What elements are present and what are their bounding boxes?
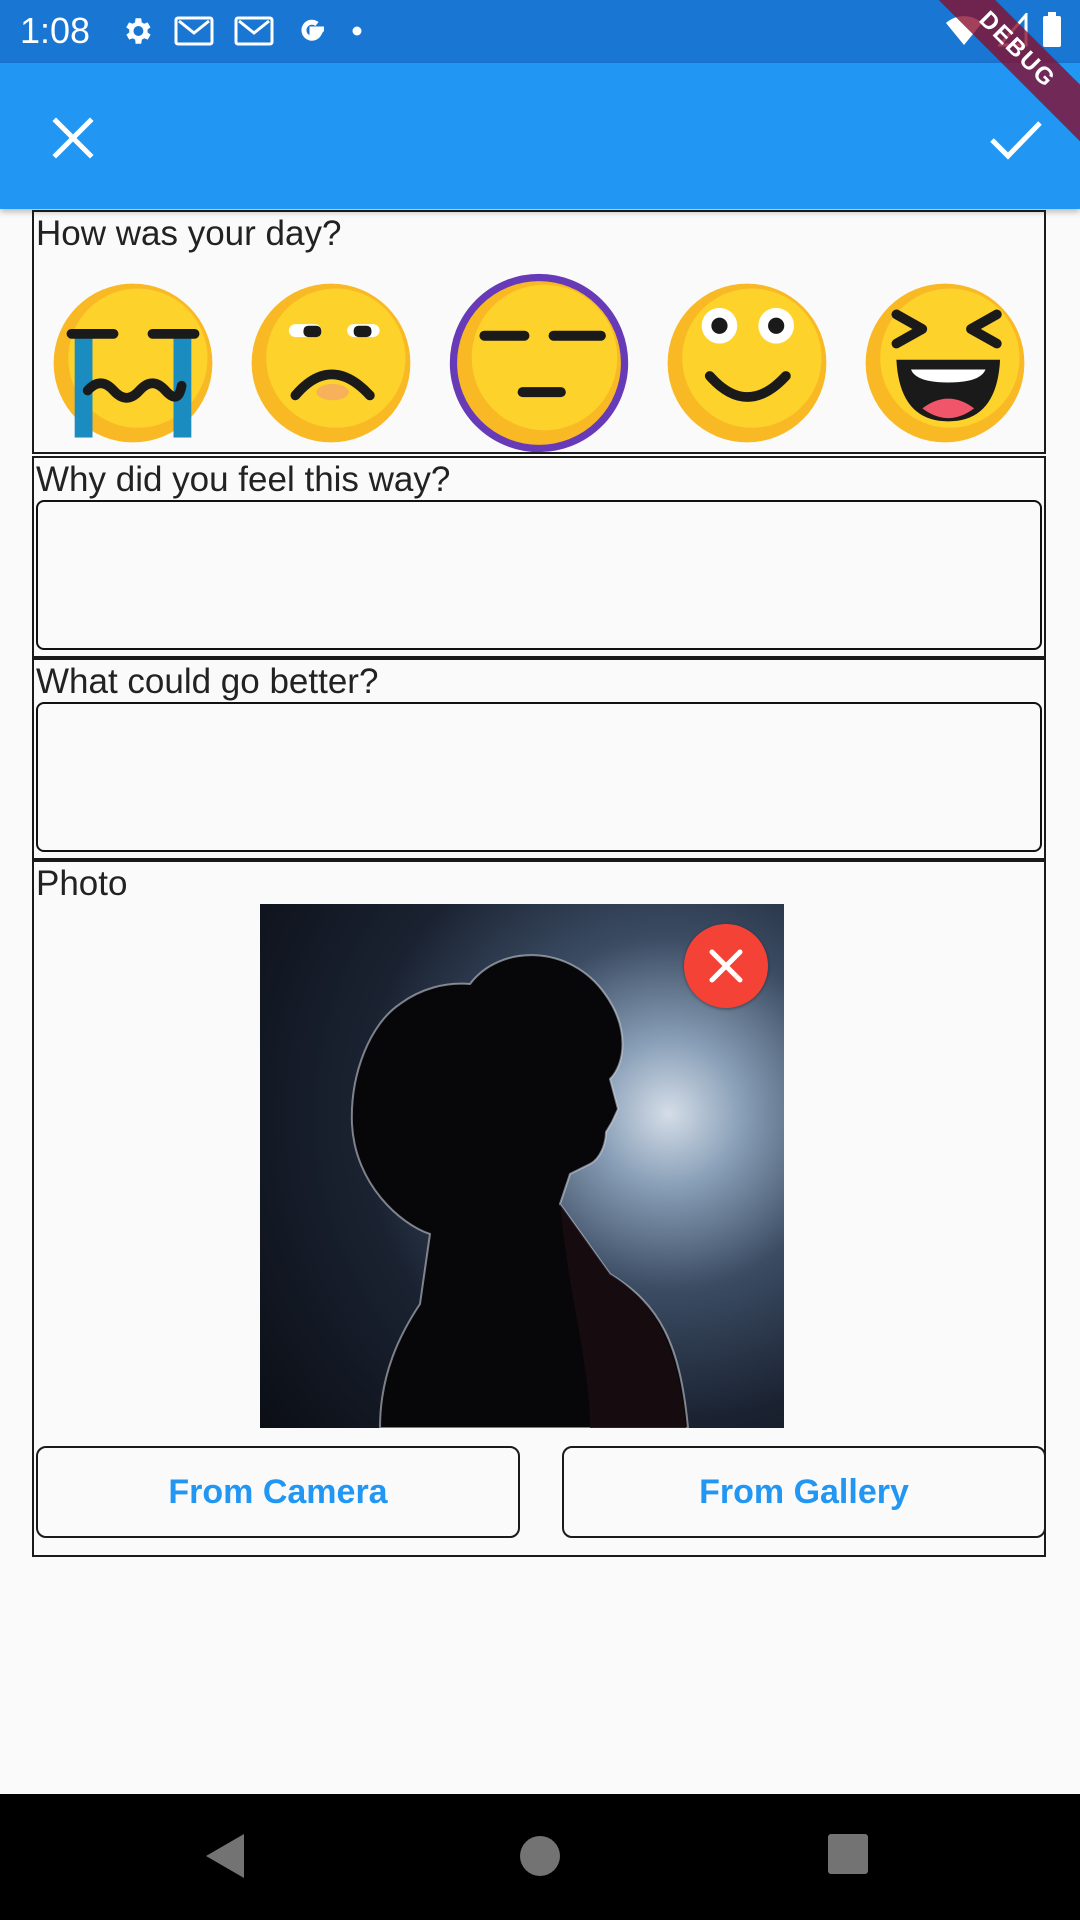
app-bar (0, 63, 1080, 209)
dot-icon (350, 24, 364, 38)
photo-label: Photo (36, 864, 128, 903)
photo-section: Photo From Camera From Gallery (32, 860, 1046, 1557)
neutral-face-icon (449, 273, 629, 453)
laughing-face-icon (865, 283, 1025, 443)
better-text-field[interactable] (36, 702, 1042, 852)
recents-icon (828, 1834, 868, 1874)
close-icon (52, 117, 94, 159)
confirm-button[interactable] (980, 103, 1050, 173)
gmail-icon (174, 15, 214, 47)
navigation-bar (0, 1794, 1080, 1920)
status-bar: 1:08 (0, 0, 1080, 63)
google-icon (294, 13, 330, 49)
status-notification-icons (120, 10, 364, 52)
home-icon (520, 1836, 560, 1876)
mood-neutral-button[interactable] (448, 272, 630, 454)
gmail-icon (234, 15, 274, 47)
happy-face-icon (667, 283, 827, 443)
mood-happy-button[interactable] (666, 282, 828, 444)
better-section: What could go better? (32, 658, 1046, 860)
why-section: Why did you feel this way? (32, 456, 1046, 658)
close-button[interactable] (38, 103, 108, 173)
battery-icon (1042, 12, 1062, 53)
mood-crying-button[interactable] (52, 282, 214, 444)
remove-photo-button[interactable] (684, 924, 768, 1008)
from-gallery-button[interactable]: From Gallery (562, 1446, 1046, 1538)
crying-face-icon (53, 283, 213, 443)
back-button[interactable] (200, 1828, 250, 1889)
sad-face-icon (251, 283, 411, 443)
mood-sad-button[interactable] (250, 282, 412, 444)
selected-photo (260, 904, 784, 1428)
mood-laughing-button[interactable] (864, 282, 1026, 444)
back-icon (206, 1834, 244, 1878)
status-time: 1:08 (20, 10, 91, 51)
mood-selector (44, 268, 1034, 458)
why-text-field[interactable] (36, 500, 1042, 650)
home-button[interactable] (516, 1832, 564, 1885)
mood-section: How was your day? (32, 210, 1046, 454)
why-question-label: Why did you feel this way? (36, 460, 451, 499)
better-question-label: What could go better? (36, 662, 379, 701)
check-icon (990, 121, 1042, 160)
settings-icon (120, 14, 154, 48)
from-camera-button[interactable]: From Camera (36, 1446, 520, 1538)
close-icon (709, 949, 743, 983)
recents-button[interactable] (826, 1832, 870, 1881)
mood-question-label: How was your day? (36, 214, 342, 253)
